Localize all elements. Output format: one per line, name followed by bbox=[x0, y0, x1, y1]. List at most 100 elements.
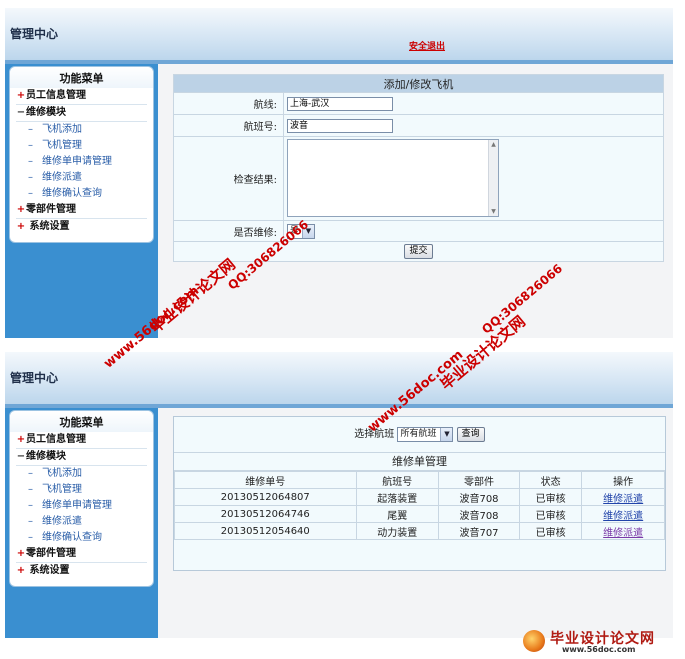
menu-item-repair-dispatch[interactable]: – 维修派遣 bbox=[28, 514, 147, 530]
menu-item-repair-request[interactable]: – 维修单申请管理 bbox=[28, 154, 147, 170]
column-header: 零部件 bbox=[438, 471, 520, 489]
repair-select[interactable]: 是 ▼ bbox=[287, 223, 315, 239]
main-content: 添加/修改飞机 航线: 上海-武汉 航班号: 波音 检查结果: ▲ ▼ 是否维修… bbox=[158, 64, 673, 338]
column-header: 操作 bbox=[581, 471, 665, 489]
flight-number-input[interactable]: 波音 bbox=[287, 118, 393, 133]
admin-window-repair-list: 管理中心 功能菜单 +员工信息管理 −维修模块 – 飞机添加 – 飞机管理 – 维修单… bbox=[5, 352, 673, 638]
logo-emblem-icon bbox=[523, 630, 545, 652]
expand-plus-icon: + bbox=[16, 548, 26, 559]
dispatch-link[interactable]: 维修派遣 bbox=[581, 522, 665, 540]
column-header: 航班号 bbox=[355, 471, 440, 489]
status-cell: 已审核 bbox=[518, 522, 583, 540]
dash-icon: – bbox=[28, 516, 33, 527]
list-title: 维修单管理 bbox=[174, 453, 665, 471]
menu-section-settings[interactable]: + 系统设置 bbox=[16, 219, 147, 236]
flight-label: 航班号: bbox=[173, 114, 284, 137]
menu-item-repair-confirm[interactable]: – 维修确认查询 bbox=[28, 530, 147, 546]
menu-item-label: 维修单申请管理 bbox=[42, 500, 112, 511]
menu-section-maintenance[interactable]: −维修模块 bbox=[16, 449, 147, 466]
menu-item-label: 维修派遣 bbox=[42, 516, 82, 527]
flight-cell: 尾翼 bbox=[355, 505, 440, 523]
status-cell: 已审核 bbox=[518, 488, 583, 506]
function-menu: 功能菜单 +员工信息管理 −维修模块 – 飞机添加 – 飞机管理 – 维修单申请管理 … bbox=[9, 66, 154, 243]
section-label: 员工信息管理 bbox=[26, 434, 86, 445]
order-id-cell: 20130512064746 bbox=[174, 505, 357, 523]
menu-item-label: 飞机管理 bbox=[42, 484, 82, 495]
repair-select-value: 是 bbox=[290, 225, 300, 236]
table-row: 20130512064807 起落装置 波音708 已审核 维修派遣 bbox=[174, 488, 665, 506]
part-cell: 波音708 bbox=[438, 505, 520, 523]
query-button[interactable]: 查询 bbox=[456, 426, 485, 442]
menu-section-maintenance[interactable]: −维修模块 bbox=[16, 105, 147, 122]
dash-icon: – bbox=[28, 468, 33, 479]
dash-icon: – bbox=[28, 140, 33, 151]
menu-item-add-plane[interactable]: – 飞机添加 bbox=[28, 466, 147, 482]
menu-title: 功能菜单 bbox=[10, 411, 153, 432]
expand-plus-icon: + bbox=[16, 221, 26, 232]
menu-item-plane-manage[interactable]: – 飞机管理 bbox=[28, 138, 147, 154]
plane-edit-form: 添加/修改飞机 航线: 上海-武汉 航班号: 波音 检查结果: ▲ ▼ 是否维修… bbox=[173, 74, 664, 262]
menu-item-add-plane[interactable]: – 飞机添加 bbox=[28, 122, 147, 138]
section-label: 零部件管理 bbox=[26, 548, 76, 559]
menu-item-label: 维修确认查询 bbox=[42, 532, 102, 543]
menu-item-label: 维修确认查询 bbox=[42, 188, 102, 199]
column-header: 状态 bbox=[518, 471, 583, 489]
expand-plus-icon: + bbox=[16, 565, 26, 576]
repair-label: 是否维修: bbox=[173, 220, 284, 242]
menu-item-repair-dispatch[interactable]: – 维修派遣 bbox=[28, 170, 147, 186]
top-header: 管理中心 bbox=[5, 352, 673, 404]
menu-section-staff[interactable]: +员工信息管理 bbox=[16, 88, 147, 105]
flight-select-value: 所有航班 bbox=[400, 428, 437, 439]
left-sidebar: 功能菜单 +员工信息管理 −维修模块 – 飞机添加 – 飞机管理 – 维修单申请管理 … bbox=[5, 64, 158, 338]
app-title: 管理中心 bbox=[10, 371, 59, 385]
menu-item-label: 维修单申请管理 bbox=[42, 156, 112, 167]
dash-icon: – bbox=[28, 500, 33, 511]
table-header-row: 维修单号 航班号 零部件 状态 操作 bbox=[174, 471, 665, 489]
check-result-textarea[interactable]: ▲ ▼ bbox=[287, 139, 499, 217]
menu-item-label: 飞机添加 bbox=[42, 124, 82, 135]
section-label: 系统设置 bbox=[29, 565, 70, 576]
form-title: 添加/修改飞机 bbox=[173, 74, 664, 93]
scroll-up-icon[interactable]: ▲ bbox=[489, 140, 498, 149]
expand-plus-icon: + bbox=[16, 90, 26, 101]
textarea-scrollbar[interactable]: ▲ ▼ bbox=[488, 140, 498, 216]
menu-item-label: 飞机管理 bbox=[42, 140, 82, 151]
chevron-down-icon: ▼ bbox=[440, 427, 453, 441]
scroll-down-icon[interactable]: ▼ bbox=[489, 207, 498, 216]
dispatch-link[interactable]: 维修派遣 bbox=[581, 505, 665, 523]
site-logo: 毕业设计论文网 www.56doc.com bbox=[520, 627, 680, 655]
dash-icon: – bbox=[28, 156, 33, 167]
menu-section-staff[interactable]: +员工信息管理 bbox=[16, 432, 147, 449]
order-id-cell: 20130512064807 bbox=[174, 488, 357, 506]
menu-section-parts[interactable]: +零部件管理 bbox=[16, 202, 147, 219]
flight-cell: 起落装置 bbox=[355, 488, 440, 506]
route-label: 航线: bbox=[173, 92, 284, 115]
part-cell: 波音707 bbox=[438, 522, 520, 540]
menu-item-label: 维修派遣 bbox=[42, 172, 82, 183]
menu-section-settings[interactable]: + 系统设置 bbox=[16, 563, 147, 580]
dash-icon: – bbox=[28, 188, 33, 199]
menu-section-parts[interactable]: +零部件管理 bbox=[16, 546, 147, 563]
expand-plus-icon: + bbox=[16, 204, 26, 215]
dash-icon: – bbox=[28, 484, 33, 495]
menu-item-repair-confirm[interactable]: – 维修确认查询 bbox=[28, 186, 147, 202]
menu-item-repair-request[interactable]: – 维修单申请管理 bbox=[28, 498, 147, 514]
app-title: 管理中心 bbox=[10, 27, 59, 41]
function-menu: 功能菜单 +员工信息管理 −维修模块 – 飞机添加 – 飞机管理 – 维修单申请管理 … bbox=[9, 410, 154, 587]
table-row: 20130512054640 动力装置 波音707 已审核 维修派遣 bbox=[174, 522, 665, 540]
column-header: 维修单号 bbox=[174, 471, 357, 489]
dispatch-link[interactable]: 维修派遣 bbox=[581, 488, 665, 506]
menu-item-plane-manage[interactable]: – 飞机管理 bbox=[28, 482, 147, 498]
section-label: 员工信息管理 bbox=[26, 90, 86, 101]
flight-cell: 动力装置 bbox=[355, 522, 440, 540]
table-row: 20130512064746 尾翼 波音708 已审核 维修派遣 bbox=[174, 505, 665, 523]
section-label: 零部件管理 bbox=[26, 204, 76, 215]
section-label: 维修模块 bbox=[26, 107, 66, 118]
repair-order-table: 维修单号 航班号 零部件 状态 操作 20130512064807 起落装置 波… bbox=[174, 471, 665, 540]
submit-button[interactable]: 提交 bbox=[404, 244, 433, 259]
route-input[interactable]: 上海-武汉 bbox=[287, 96, 393, 111]
repair-order-panel: 选择航班 所有航班 ▼ 查询 维修单管理 维修单号 航班号 零部件 状态 操作 … bbox=[173, 416, 666, 571]
status-cell: 已审核 bbox=[518, 505, 583, 523]
logout-link[interactable]: 安全退出 bbox=[409, 39, 445, 52]
flight-select[interactable]: 所有航班 ▼ bbox=[397, 426, 454, 442]
